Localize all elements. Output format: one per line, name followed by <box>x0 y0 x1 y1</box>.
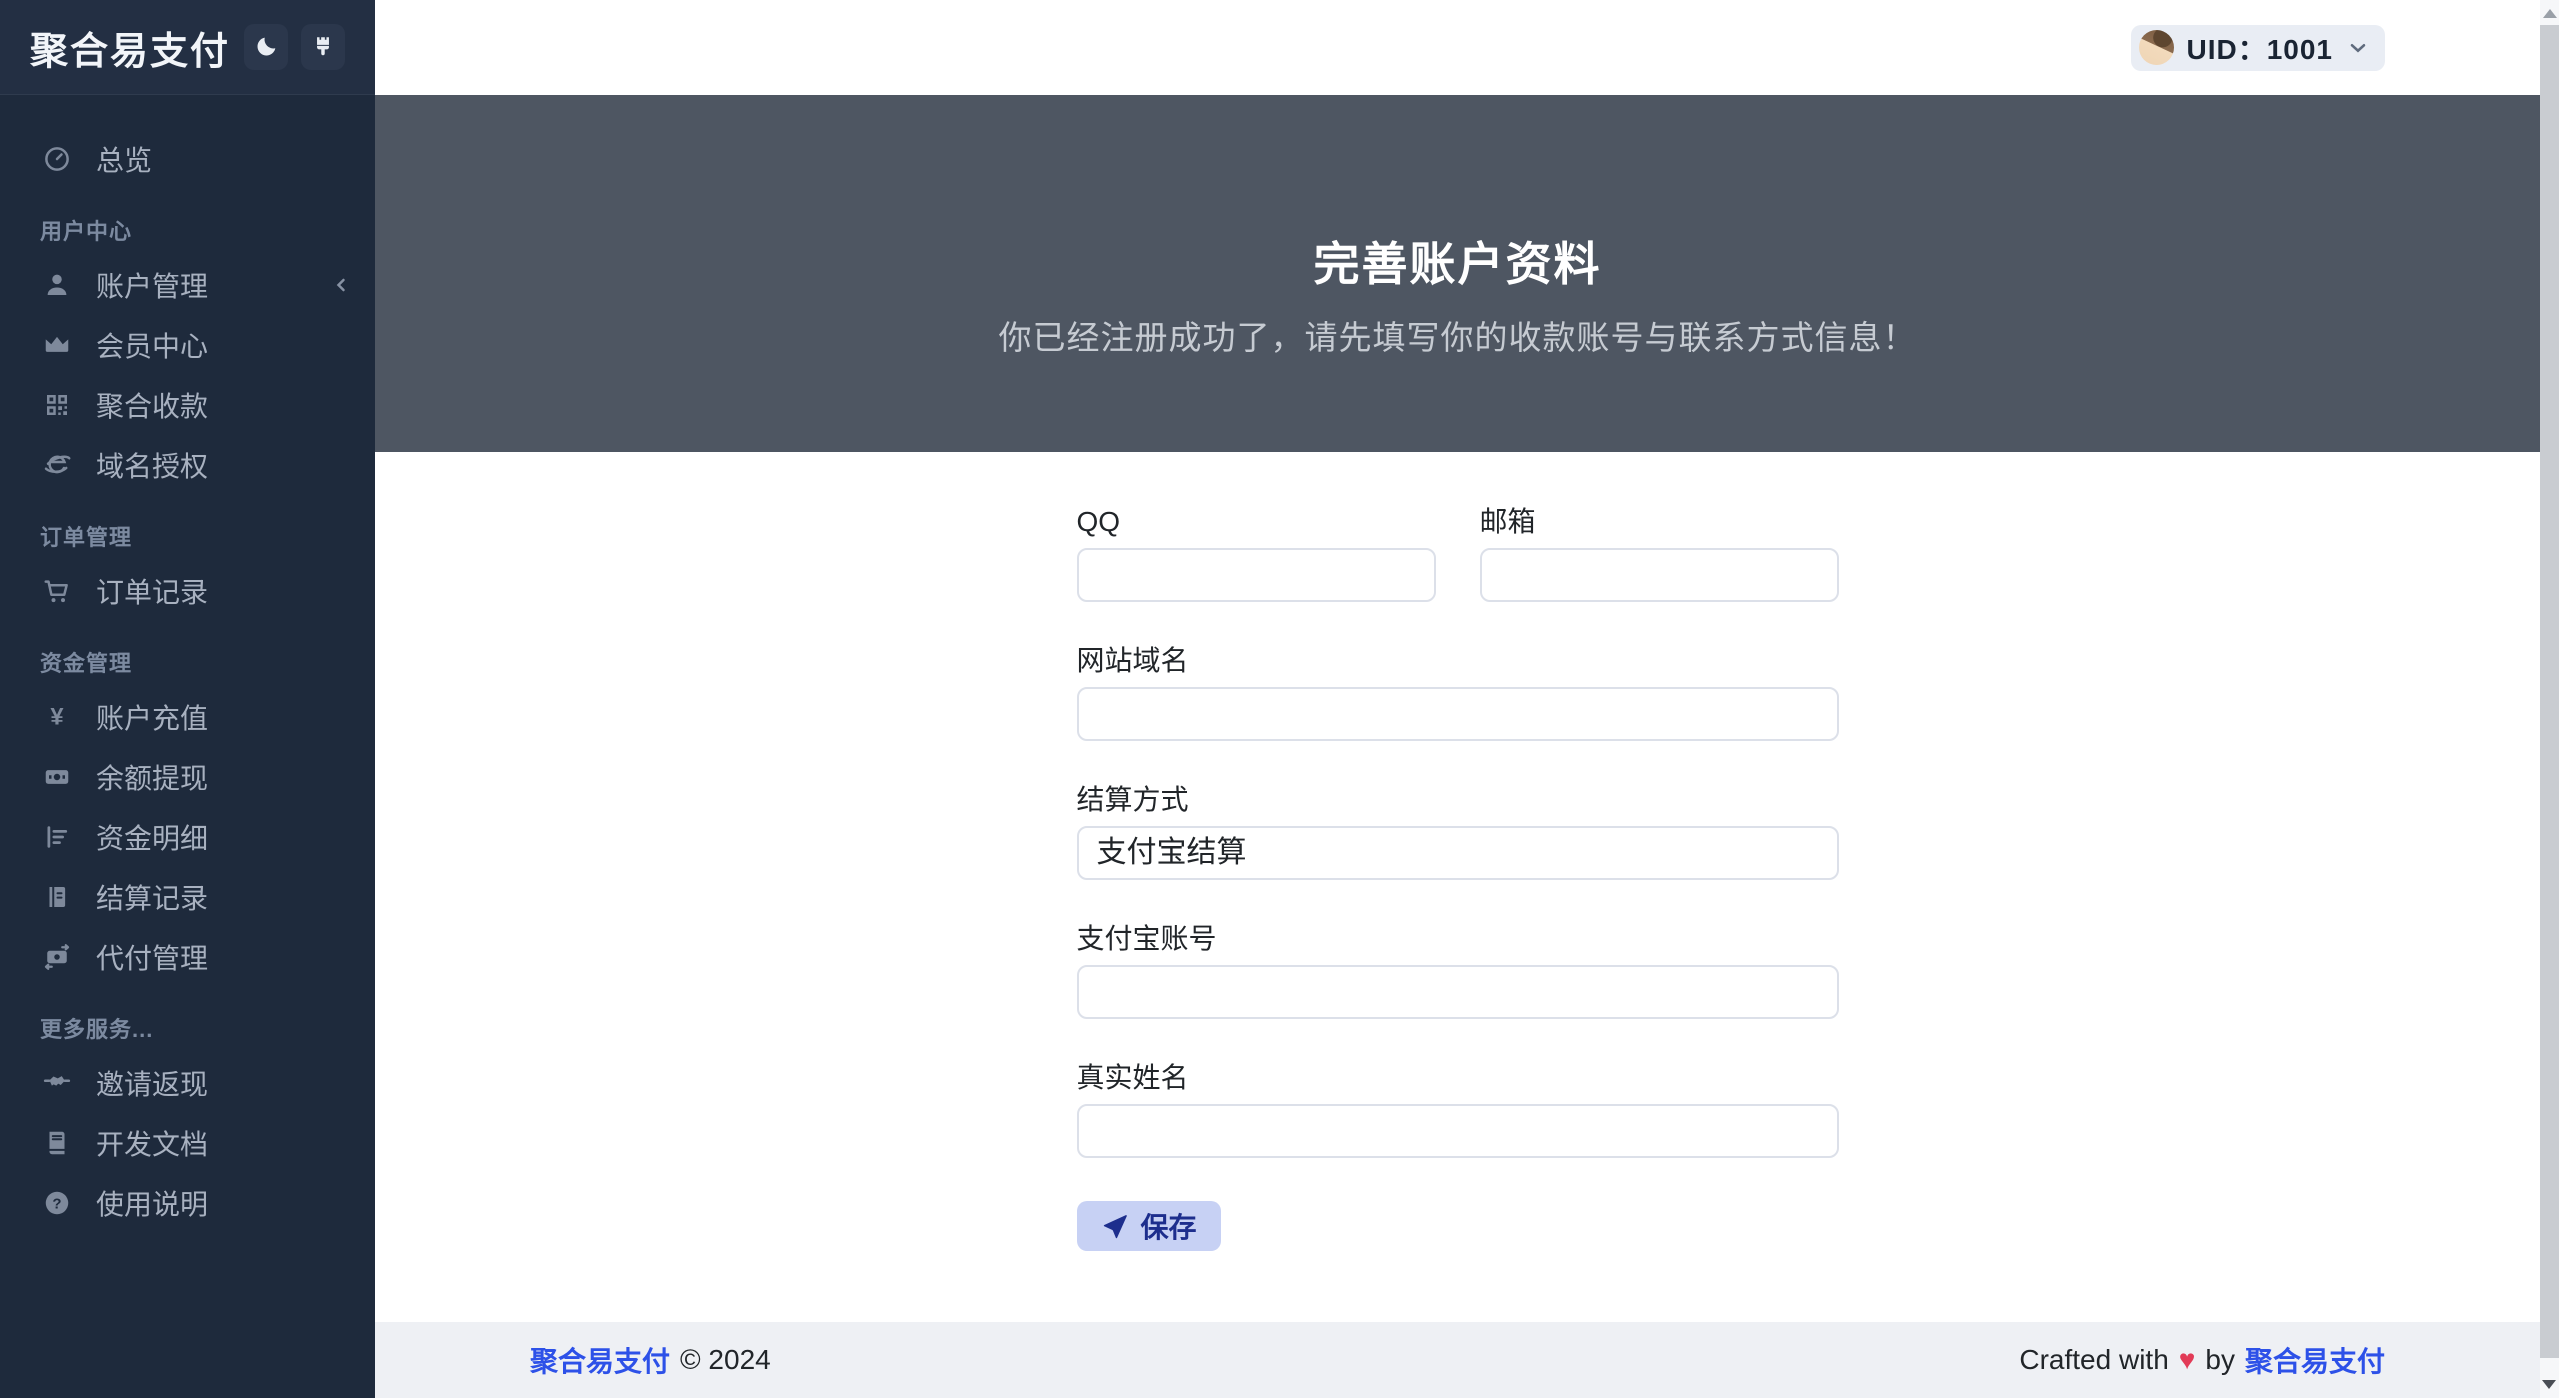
brand-logo: 聚合易支付 <box>30 20 231 75</box>
sidebar-section-user-center: 用户中心 <box>0 205 375 255</box>
gauge-icon <box>40 142 74 176</box>
qq-label: QQ <box>1077 504 1436 540</box>
sidebar-item-overview[interactable]: 总览 <box>0 129 375 189</box>
sidebar-section-more-services: 更多服务... <box>0 1003 375 1053</box>
sidebar-item-label: 账户管理 <box>96 265 208 305</box>
topbar: UID：1001 <box>375 0 2540 95</box>
yen-icon: ¥ <box>40 700 74 734</box>
crown-icon <box>40 328 74 362</box>
page-title: 完善账户资料 <box>375 241 2540 287</box>
sidebar-item-label: 域名授权 <box>96 445 208 485</box>
sidebar-item-fund-details[interactable]: 资金明细 <box>0 807 375 867</box>
sidebar-item-label: 代付管理 <box>96 937 208 977</box>
sidebar-item-account-management[interactable]: 账户管理 <box>0 255 375 315</box>
scroll-up-arrow-icon[interactable] <box>2543 9 2557 18</box>
footer-by-text: by <box>2205 1344 2235 1376</box>
sidebar-item-invite-cashback[interactable]: 邀请返现 <box>0 1053 375 1113</box>
money-transfer-icon <box>40 940 74 974</box>
banknote-icon <box>40 760 74 794</box>
footer-crafted-text: Crafted with <box>2019 1344 2168 1376</box>
content: QQ 邮箱 网站域名 结算方式 支付宝结算 支付宝账号 <box>375 452 2540 1322</box>
sidebar-item-developer-docs[interactable]: 开发文档 <box>0 1113 375 1173</box>
sidebar-item-label: 开发文档 <box>96 1123 208 1163</box>
help-circle-icon: ? <box>40 1186 74 1220</box>
heart-icon: ♥ <box>2179 1344 2196 1376</box>
sidebar-item-label: 会员中心 <box>96 325 208 365</box>
settlement-method-label: 结算方式 <box>1077 782 1839 818</box>
uid-label: UID：1001 <box>2186 28 2333 68</box>
brush-icon <box>310 34 336 60</box>
cart-icon <box>40 574 74 608</box>
settlement-method-select[interactable]: 支付宝结算 <box>1077 826 1839 880</box>
chevron-left-icon <box>329 273 353 297</box>
footer-crafted-brand-link[interactable]: 聚合易支付 <box>2245 1340 2385 1380</box>
website-domain-input[interactable] <box>1077 687 1839 741</box>
chart-bars-icon <box>40 820 74 854</box>
dark-mode-button[interactable] <box>244 24 288 70</box>
footer-copyright: © 2024 <box>680 1344 771 1376</box>
hero-banner: 完善账户资料 你已经注册成功了，请先填写你的收款账号与联系方式信息！ <box>375 95 2540 452</box>
profile-form: QQ 邮箱 网站域名 结算方式 支付宝结算 支付宝账号 <box>1077 452 1839 1251</box>
sidebar-menu: 总览 用户中心 账户管理 会员中心 聚合收款 <box>0 95 375 1233</box>
scrollbar-thumb[interactable] <box>2540 25 2559 1358</box>
sidebar-item-label: 订单记录 <box>96 571 208 611</box>
sidebar-header: 聚合易支付 <box>0 0 375 95</box>
alipay-account-input[interactable] <box>1077 965 1839 1019</box>
sidebar: 聚合易支付 总览 用户中心 账户管 <box>0 0 375 1398</box>
avatar <box>2139 30 2174 65</box>
save-button-label: 保存 <box>1141 1206 1197 1246</box>
footer-left: 聚合易支付 © 2024 <box>530 1340 771 1380</box>
scroll-down-arrow-icon[interactable] <box>2542 1380 2556 1389</box>
journal-icon <box>40 880 74 914</box>
sidebar-item-label: 使用说明 <box>96 1183 208 1223</box>
website-domain-label: 网站域名 <box>1077 643 1839 679</box>
sidebar-item-label: 余额提现 <box>96 757 208 797</box>
book-icon <box>40 1126 74 1160</box>
svg-text:?: ? <box>52 1195 61 1212</box>
sidebar-item-label: 账户充值 <box>96 697 208 737</box>
sidebar-item-settlement-records[interactable]: 结算记录 <box>0 867 375 927</box>
sidebar-item-label: 总览 <box>96 139 152 179</box>
sidebar-item-member-center[interactable]: 会员中心 <box>0 315 375 375</box>
sidebar-item-aggregate-collection[interactable]: 聚合收款 <box>0 375 375 435</box>
save-button[interactable]: 保存 <box>1077 1201 1221 1251</box>
footer-right: Crafted with ♥ by 聚合易支付 <box>2019 1340 2385 1380</box>
moon-icon <box>253 34 279 60</box>
theme-brush-button[interactable] <box>301 24 345 70</box>
alipay-account-label: 支付宝账号 <box>1077 921 1839 957</box>
qrcode-icon <box>40 388 74 422</box>
sidebar-item-label: 聚合收款 <box>96 385 208 425</box>
footer-brand-link[interactable]: 聚合易支付 <box>530 1340 670 1380</box>
handshake-icon <box>40 1066 74 1100</box>
sidebar-item-order-records[interactable]: 订单记录 <box>0 561 375 621</box>
real-name-label: 真实姓名 <box>1077 1060 1839 1096</box>
sidebar-section-fund-management: 资金管理 <box>0 637 375 687</box>
sidebar-item-label: 资金明细 <box>96 817 208 857</box>
sidebar-item-account-recharge[interactable]: ¥ 账户充值 <box>0 687 375 747</box>
sidebar-item-label: 邀请返现 <box>96 1063 208 1103</box>
email-input[interactable] <box>1480 548 1839 602</box>
user-icon <box>40 268 74 302</box>
real-name-input[interactable] <box>1077 1104 1839 1158</box>
sidebar-item-payout-management[interactable]: 代付管理 <box>0 927 375 987</box>
paper-plane-icon <box>1101 1212 1129 1240</box>
page-subtitle: 你已经注册成功了，请先填写你的收款账号与联系方式信息！ <box>375 311 2540 359</box>
main-area: UID：1001 完善账户资料 你已经注册成功了，请先填写你的收款账号与联系方式… <box>375 0 2540 1398</box>
user-menu-button[interactable]: UID：1001 <box>2131 25 2385 71</box>
sidebar-section-order-management: 订单管理 <box>0 511 375 561</box>
footer: 聚合易支付 © 2024 Crafted with ♥ by 聚合易支付 <box>375 1322 2540 1398</box>
sidebar-item-usage-instructions[interactable]: ? 使用说明 <box>0 1173 375 1233</box>
vertical-scrollbar[interactable] <box>2540 0 2559 1398</box>
email-label: 邮箱 <box>1480 504 1839 540</box>
svg-text:¥: ¥ <box>50 704 64 731</box>
qq-input[interactable] <box>1077 548 1436 602</box>
chevron-down-icon <box>2345 35 2371 61</box>
sidebar-item-domain-authorization[interactable]: 域名授权 <box>0 435 375 495</box>
sidebar-item-label: 结算记录 <box>96 877 208 917</box>
browser-globe-icon <box>40 448 74 482</box>
sidebar-item-balance-withdrawal[interactable]: 余额提现 <box>0 747 375 807</box>
